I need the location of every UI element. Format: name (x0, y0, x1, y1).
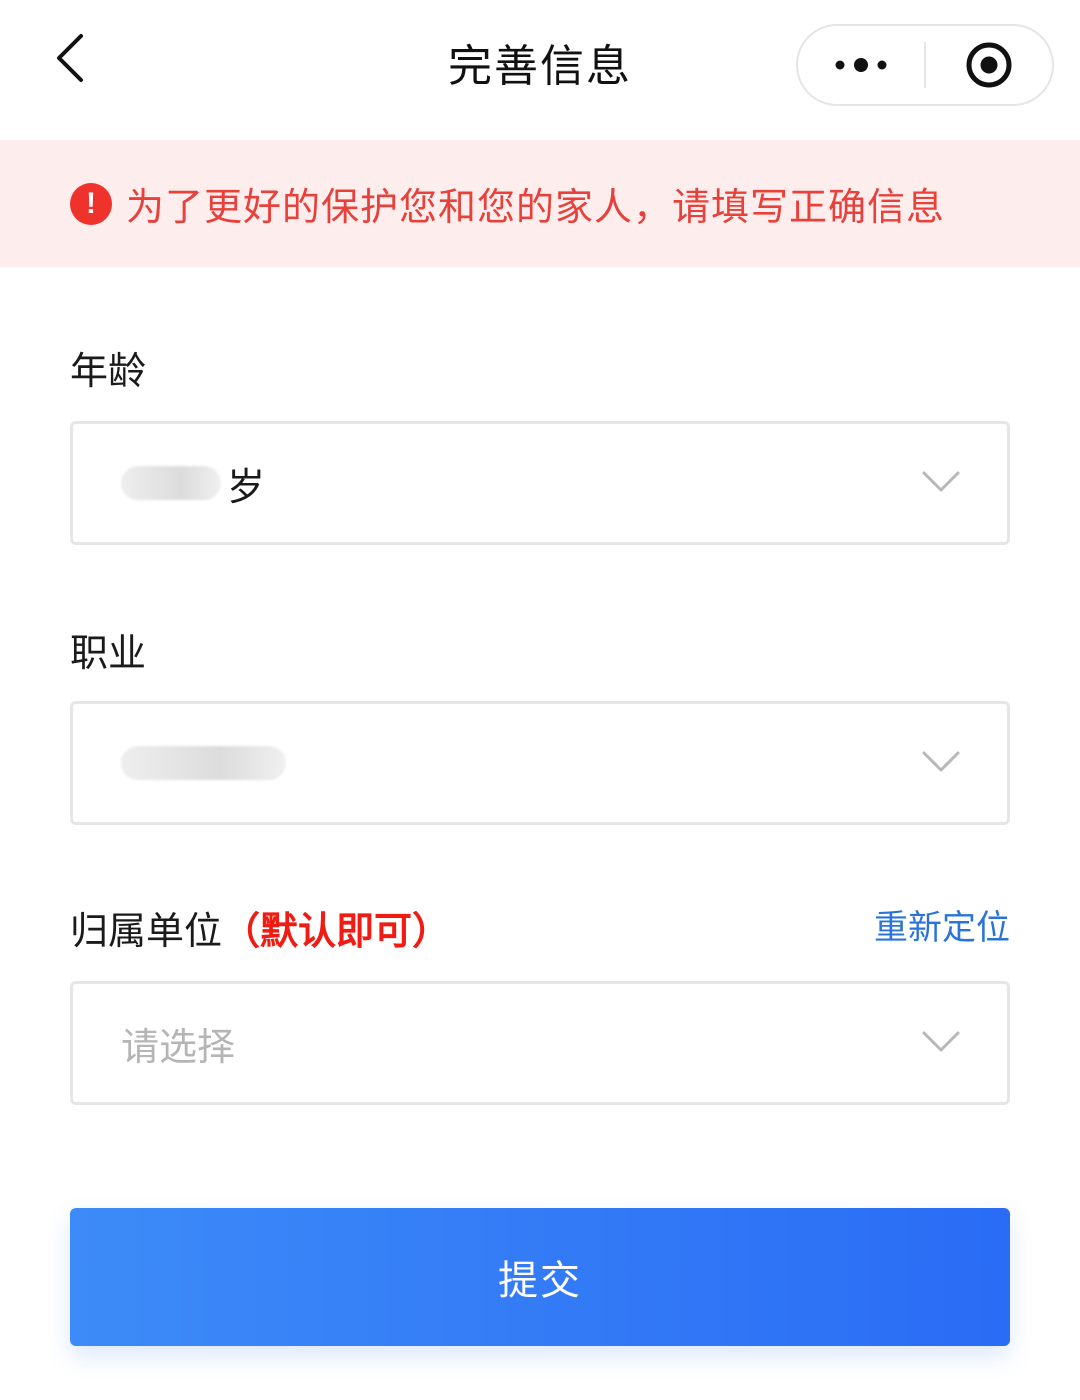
occupation-label: 职业 (70, 631, 147, 675)
age-value: 岁 (121, 424, 265, 542)
occupation-value (121, 704, 292, 822)
occupation-select[interactable] (70, 701, 1010, 825)
notice-banner: ! 为了更好的保护您和您的家人，请填写正确信息 (0, 140, 1080, 267)
notice-text: 为了更好的保护您和您的家人，请填写正确信息 (126, 185, 946, 229)
chevron-down-icon (922, 1031, 960, 1052)
redacted-value (121, 746, 286, 780)
mini-program-capsule (796, 24, 1054, 106)
unit-label-row: 归属单位（默认即可） (70, 900, 450, 955)
unit-select[interactable]: 请选择 (70, 981, 1010, 1105)
relocate-link[interactable]: 重新定位 (874, 900, 1010, 949)
exclamation-circle-icon: ! (70, 182, 112, 225)
chevron-down-icon (922, 751, 960, 772)
submit-button[interactable]: 提交 (70, 1208, 1010, 1346)
chevron-down-icon (922, 471, 960, 492)
unit-placeholder: 请选择 (121, 1024, 236, 1069)
redacted-value (121, 466, 221, 500)
close-mini-program-button[interactable] (926, 26, 1052, 104)
nav-bar: 完善信息 (0, 0, 1080, 140)
unit-hint: （默认即可） (222, 909, 451, 953)
more-dots-icon (835, 58, 887, 72)
unit-label: 归属单位 (70, 909, 223, 953)
age-select[interactable]: 岁 (70, 421, 1010, 545)
age-label: 年龄 (70, 349, 147, 393)
target-close-icon (966, 42, 1012, 88)
more-button[interactable] (798, 26, 924, 104)
age-suffix: 岁 (227, 464, 266, 509)
